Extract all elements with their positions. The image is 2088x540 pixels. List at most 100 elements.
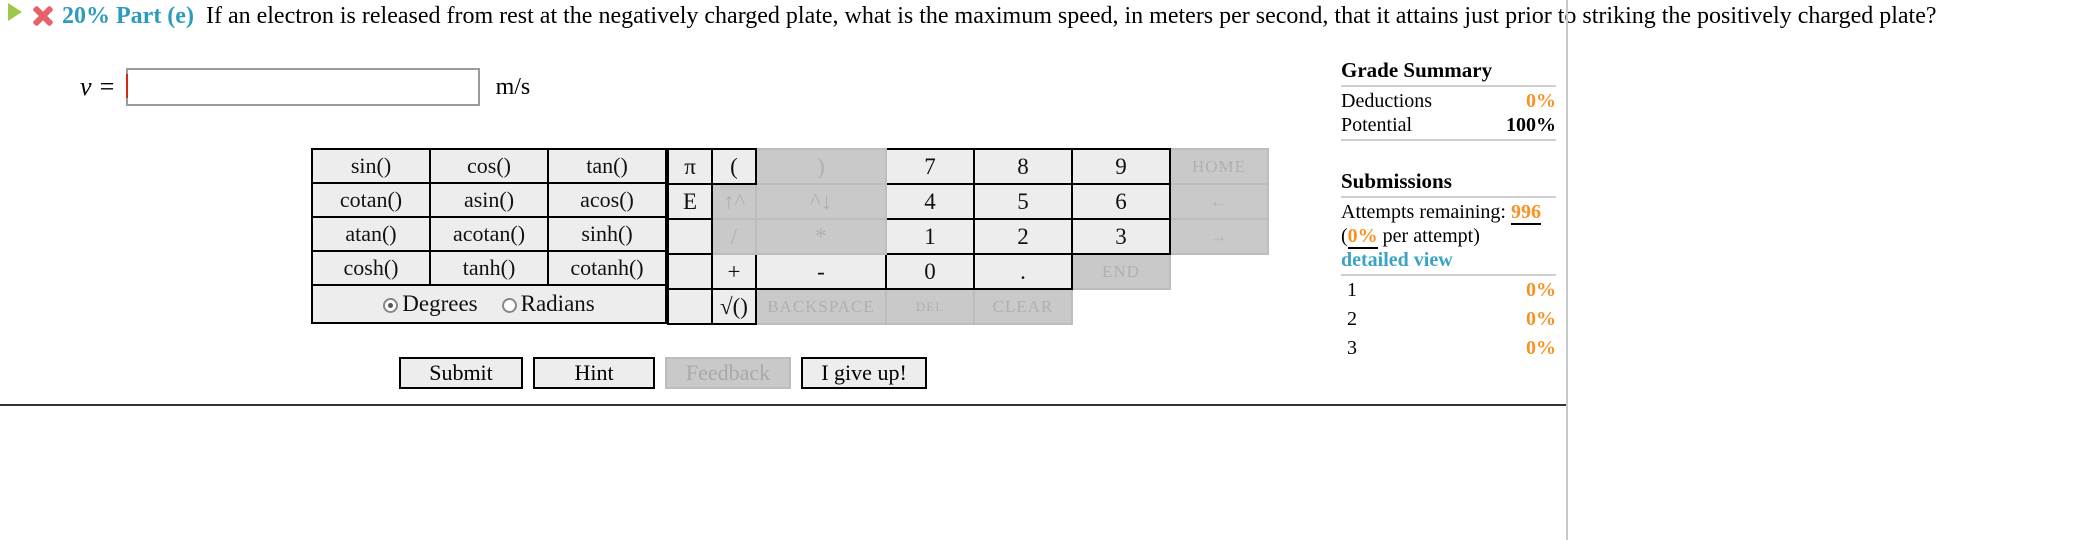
fn-button-asin[interactable]: asin() <box>429 182 549 218</box>
key-cursor-right: → <box>1169 218 1269 255</box>
function-row: cotan() asin() acos() <box>311 182 667 218</box>
question-block: 20% Part (e) If an electron is released … <box>8 0 2068 33</box>
keypad-row: + -0. END <box>667 253 1268 290</box>
attempts-remaining-row: Attempts remaining: 996 <box>1341 200 1556 225</box>
play-triangle-icon[interactable] <box>8 3 22 21</box>
attempt-table: 1 0% 2 0% 3 0% <box>1341 278 1556 365</box>
keypad-row: π() 7 8 9 HOME <box>667 148 1269 185</box>
function-row: sin() cos() tan() <box>311 148 667 184</box>
hint-button[interactable]: Hint <box>533 357 655 389</box>
attempt-number: 3 <box>1347 337 1357 359</box>
sidebar-vertical-divider <box>1566 0 1568 540</box>
potential-label: Potential <box>1341 114 1413 136</box>
submit-button[interactable]: Submit <box>399 357 523 389</box>
text-caret <box>126 74 128 98</box>
part-label: 20% Part (e) <box>62 3 194 29</box>
key-open-paren[interactable]: ( <box>711 148 757 185</box>
angle-option-label: Radians <box>520 291 595 316</box>
fn-button-sinh[interactable]: sinh() <box>547 216 667 252</box>
function-row: cosh() tanh() cotanh() <box>311 250 667 286</box>
attempt-row: 1 0% <box>1341 278 1556 307</box>
key-square-root[interactable]: √() <box>711 288 757 325</box>
fn-button-sin[interactable]: sin() <box>311 148 431 184</box>
keypad-row: √() BACKSPACE DEL CLEAR <box>667 288 1268 325</box>
angle-option-label: Degrees <box>402 291 478 316</box>
key-exponent-e[interactable]: E <box>667 183 713 220</box>
unit-label: m/s <box>495 73 531 100</box>
attempts-label: Attempts remaining: <box>1341 201 1506 223</box>
key-digit-8[interactable]: 8 <box>973 148 1073 185</box>
potential-row: Potential 100% <box>1341 113 1556 137</box>
fn-button-atan[interactable]: atan() <box>311 216 431 252</box>
answer-input[interactable] <box>125 68 480 106</box>
deductions-row: Deductions 0% <box>1341 89 1556 113</box>
per-attempt-value: 0% <box>1347 225 1378 249</box>
fn-button-acos[interactable]: acos() <box>547 182 667 218</box>
divider <box>1341 196 1556 198</box>
attempt-number: 2 <box>1347 308 1357 330</box>
per-attempt-prefix: ( <box>1341 225 1348 247</box>
attempts-value: 996 <box>1510 201 1541 225</box>
function-row: atan() acotan() sinh() <box>311 216 667 252</box>
key-digit-5[interactable]: 5 <box>973 183 1073 220</box>
angle-option-degrees[interactable]: Degrees <box>383 291 478 316</box>
key-power-down: ^↓ <box>755 183 887 220</box>
fn-button-cosh[interactable]: cosh() <box>311 250 431 286</box>
attempt-row: 3 0% <box>1341 336 1556 365</box>
key-digit-3[interactable]: 3 <box>1071 218 1171 255</box>
key-pi[interactable]: π <box>667 148 713 185</box>
per-attempt-row: (0% per attempt) <box>1341 224 1556 249</box>
divider <box>1341 274 1556 276</box>
fn-button-tanh[interactable]: tanh() <box>429 250 549 286</box>
key-divide: / <box>711 218 757 255</box>
fn-button-cotanh[interactable]: cotanh() <box>547 250 667 286</box>
submissions-title: Submissions <box>1341 169 1452 193</box>
key-close-paren: ) <box>755 148 887 185</box>
deductions-label: Deductions <box>1341 90 1433 112</box>
radio-radians-icon[interactable] <box>501 298 517 313</box>
fn-button-acotan[interactable]: acotan() <box>429 216 549 252</box>
question-text: If an electron is released from rest at … <box>205 3 1937 29</box>
horizontal-divider <box>0 404 1568 406</box>
angle-mode-row: Degrees Radians <box>311 284 667 324</box>
attempt-score: 0% <box>1526 308 1556 330</box>
key-plus[interactable]: + <box>711 253 757 290</box>
key-cursor-left: ← <box>1169 183 1269 220</box>
fn-button-tan[interactable]: tan() <box>547 148 667 184</box>
variable-label: v = <box>80 72 116 101</box>
attempt-row: 2 0% <box>1341 307 1556 336</box>
calculator-panel: sin() cos() tan() cotan() asin() acos() atan()… <box>311 148 1269 325</box>
key-digit-1[interactable]: 1 <box>885 218 975 255</box>
grade-sidebar: Grade Summary Deductions 0% Potential 10… <box>1341 58 1556 365</box>
action-button-row: Submit Hint Feedback I give up! <box>399 357 927 389</box>
key-spacer <box>667 253 713 290</box>
attempt-score: 0% <box>1526 337 1556 359</box>
function-keypad: sin() cos() tan() cotan() asin() acos() atan()… <box>311 148 667 324</box>
angle-mode-cell: Degrees Radians <box>311 284 667 324</box>
give-up-button[interactable]: I give up! <box>801 357 927 389</box>
key-spacer <box>667 288 713 325</box>
key-digit-6[interactable]: 6 <box>1071 183 1171 220</box>
divider <box>1341 139 1556 141</box>
attempt-number: 1 <box>1347 279 1357 301</box>
radio-degrees-icon[interactable] <box>383 298 399 313</box>
key-power-up: ↑^ <box>711 183 757 220</box>
feedback-button: Feedback <box>665 357 791 389</box>
fn-button-cotan[interactable]: cotan() <box>311 182 431 218</box>
keypad-row: E ↑^ ^↓ 4 5 6 ← <box>667 183 1269 220</box>
key-clear: CLEAR <box>973 288 1073 325</box>
key-digit-4[interactable]: 4 <box>885 183 975 220</box>
key-digit-2[interactable]: 2 <box>973 218 1073 255</box>
deductions-value: 0% <box>1526 90 1556 112</box>
fn-button-cos[interactable]: cos() <box>429 148 549 184</box>
key-minus[interactable]: - <box>755 253 887 290</box>
key-backspace: BACKSPACE <box>755 288 887 325</box>
angle-option-radians[interactable]: Radians <box>501 291 595 316</box>
key-decimal-point[interactable]: . <box>973 253 1073 290</box>
key-digit-0[interactable]: 0 <box>885 253 975 290</box>
key-digit-9[interactable]: 9 <box>1071 148 1171 185</box>
detailed-view-link[interactable]: detailed view <box>1341 248 1556 272</box>
red-x-icon <box>32 5 54 27</box>
key-digit-7[interactable]: 7 <box>885 148 975 185</box>
key-delete: DEL <box>885 288 975 325</box>
